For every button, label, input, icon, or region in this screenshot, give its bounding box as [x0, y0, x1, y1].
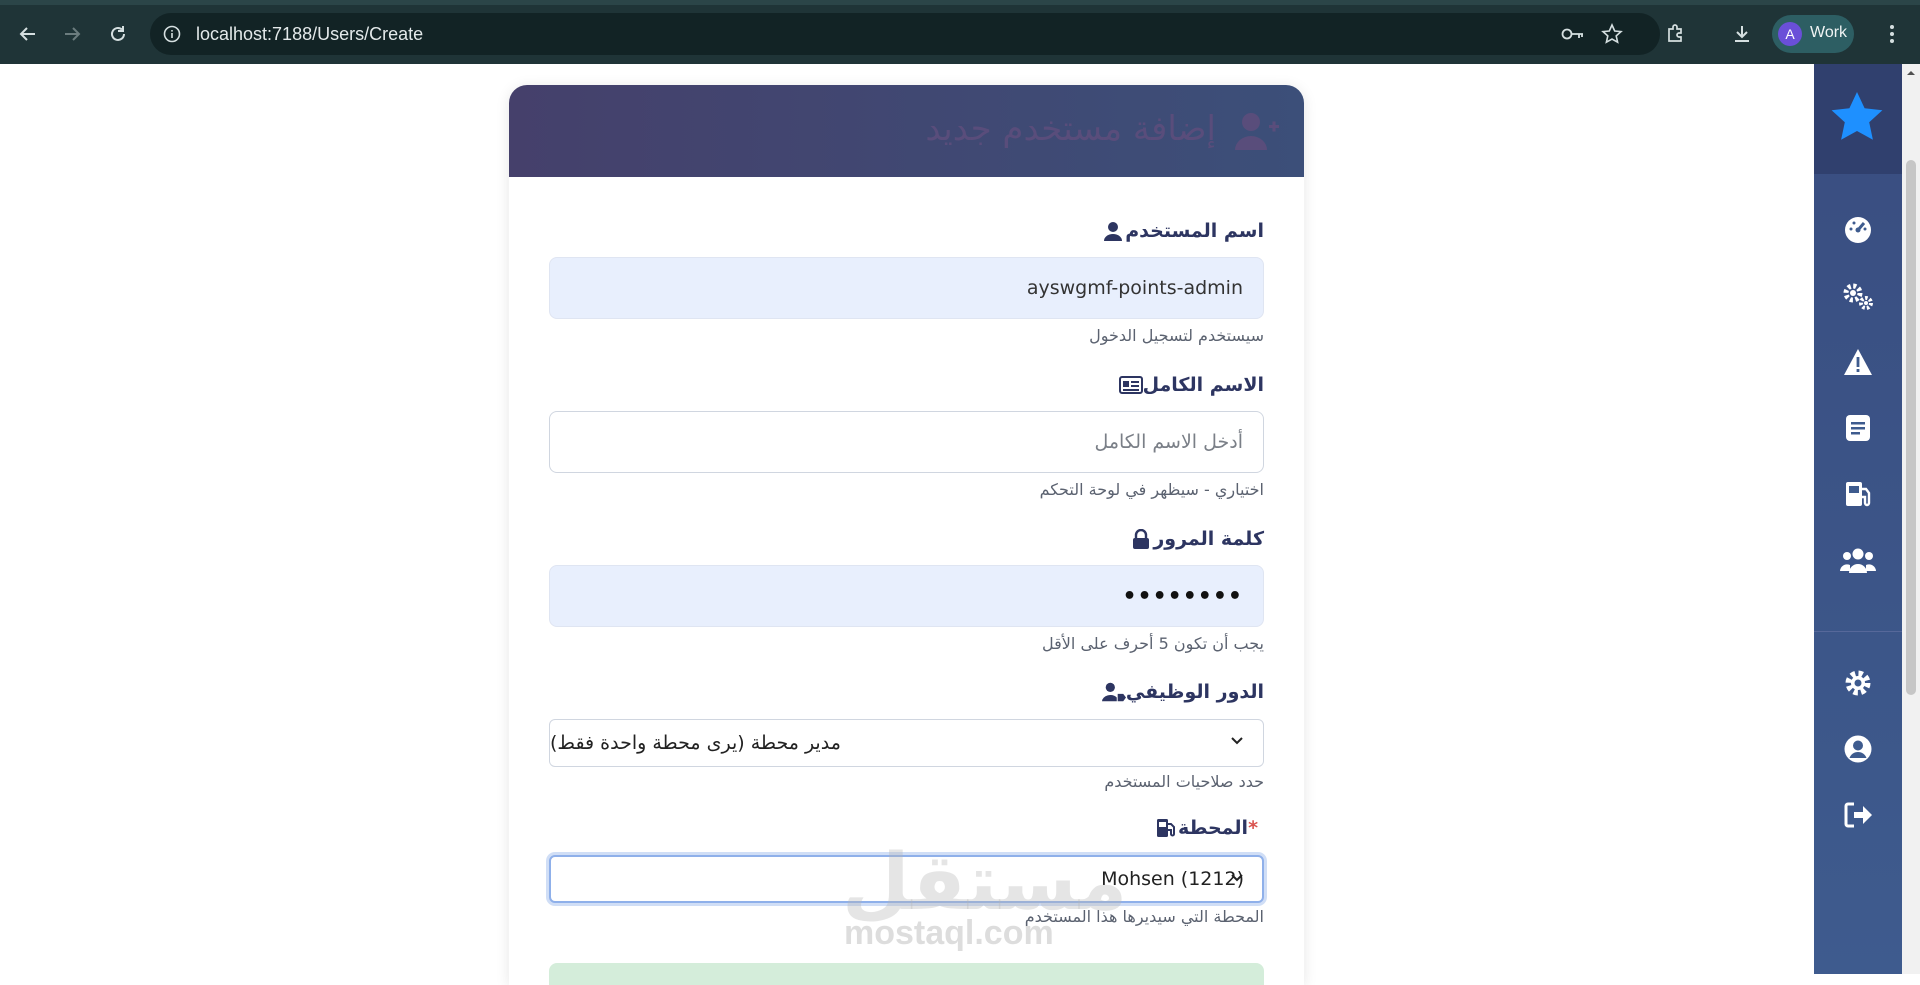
fullname-helper: اختياري - سيظهر في لوحة التحكم [1039, 480, 1264, 499]
username-input[interactable]: ayswgmf-points-admin [549, 257, 1264, 319]
profile-button[interactable]: A Work [1772, 15, 1854, 53]
bookmark-star-icon[interactable] [1600, 22, 1624, 46]
fuel-pump-icon [1154, 817, 1178, 839]
app-sidebar [1814, 64, 1902, 974]
dashboard-icon [1845, 217, 1871, 243]
sidebar-item-logout[interactable] [1814, 787, 1902, 843]
station-chevron-down-icon[interactable] [1229, 870, 1245, 886]
sidebar-item-settings-advanced[interactable] [1814, 268, 1902, 324]
lock-icon [1129, 528, 1153, 550]
url-text[interactable]: localhost:7188/Users/Create [196, 24, 423, 45]
forward-arrow-icon [65, 27, 81, 41]
fullname-placeholder: أدخل الاسم الكامل [1094, 431, 1243, 453]
role-select[interactable]: مدير محطة (يرى محطة واحدة فقط) [549, 719, 1264, 767]
success-alert [549, 963, 1264, 985]
back-button[interactable] [14, 20, 42, 48]
reload-icon [111, 26, 125, 41]
kebab-menu-icon [1890, 25, 1894, 43]
logout-icon [1844, 802, 1872, 828]
user-tag-icon [1101, 681, 1126, 703]
puzzle-icon [1668, 24, 1682, 42]
reload-button[interactable] [104, 20, 132, 48]
watermark-url: mostaql.com [844, 914, 1054, 952]
password-label-text: كلمة المرور [1153, 528, 1264, 550]
site-info-icon[interactable] [160, 22, 184, 46]
role-helper: حدد صلاحيات المستخدم [1104, 772, 1264, 791]
username-helper: سيستخدم لتسجيل الدخول [1089, 326, 1264, 345]
password-label: كلمة المرور [1119, 524, 1264, 554]
password-input[interactable]: •••••••• [549, 565, 1264, 627]
username-label: اسم المستخدم [1091, 216, 1264, 246]
id-card-icon [1118, 374, 1143, 396]
station-label: المحطة * [1144, 813, 1264, 843]
role-chevron-down-icon[interactable] [1229, 733, 1245, 749]
fuel-pump-icon [1846, 482, 1871, 507]
download-icon [1735, 26, 1749, 42]
sidebar-brand [1814, 64, 1902, 174]
users-icon [1840, 548, 1876, 573]
password-key-icon[interactable] [1561, 22, 1585, 46]
required-asterisk: * [1248, 817, 1258, 839]
star-icon[interactable] [1829, 90, 1885, 144]
scroll-up-arrow-icon[interactable] [1904, 66, 1918, 80]
browser-toolbar: localhost:7188/Users/Create A Work [0, 0, 1920, 64]
sidebar-item-users[interactable] [1814, 532, 1902, 588]
address-bar[interactable]: localhost:7188/Users/Create [150, 13, 1660, 55]
scrollbar-thumb[interactable] [1906, 160, 1916, 695]
role-label-text: الدور الوظيفي [1125, 681, 1264, 703]
back-arrow-icon [19, 27, 35, 41]
tab-strip-edge [0, 0, 1920, 5]
card-header: إضافة مستخدم جديد [509, 85, 1304, 177]
downloads-button[interactable] [1728, 20, 1756, 48]
gears-icon [1843, 283, 1873, 310]
sidebar-item-reports[interactable] [1814, 400, 1902, 456]
warning-icon [1844, 349, 1872, 375]
browser-menu-button[interactable] [1878, 20, 1906, 48]
sidebar-item-settings[interactable] [1814, 655, 1902, 711]
avatar: A [1778, 22, 1802, 46]
password-masked-value: •••••••• [1122, 583, 1243, 609]
page-title: إضافة مستخدم جديد [925, 109, 1216, 149]
user-plus-icon [1235, 113, 1279, 150]
profile-name: Work [1810, 24, 1848, 41]
chevron-down-icon [841, 734, 859, 752]
fullname-label: الاسم الكامل [1109, 370, 1264, 400]
extensions-button[interactable] [1662, 20, 1690, 48]
sidebar-item-profile[interactable] [1814, 721, 1902, 777]
username-value: ayswgmf-points-admin [1026, 277, 1243, 299]
role-label: الدور الوظيفي [1092, 677, 1264, 707]
fullname-label-text: الاسم الكامل [1142, 374, 1264, 396]
username-label-text: اسم المستخدم [1125, 220, 1264, 242]
station-label-text: المحطة [1177, 817, 1249, 839]
forward-button[interactable] [58, 20, 86, 48]
user-icon [1101, 220, 1125, 242]
role-selected-value: مدير محطة (يرى محطة واحدة فقط) [550, 732, 841, 754]
password-helper: يجب أن تكون 5 أحرف على الأقل [1042, 634, 1264, 653]
sidebar-item-stations[interactable] [1814, 466, 1902, 522]
sidebar-divider [1814, 631, 1902, 632]
sidebar-item-dashboard[interactable] [1814, 202, 1902, 258]
settings-icon [1845, 670, 1871, 696]
profile-icon [1844, 735, 1872, 763]
sidebar-item-alerts[interactable] [1814, 334, 1902, 390]
fullname-input[interactable]: أدخل الاسم الكامل [549, 411, 1264, 473]
report-icon [1846, 415, 1870, 441]
